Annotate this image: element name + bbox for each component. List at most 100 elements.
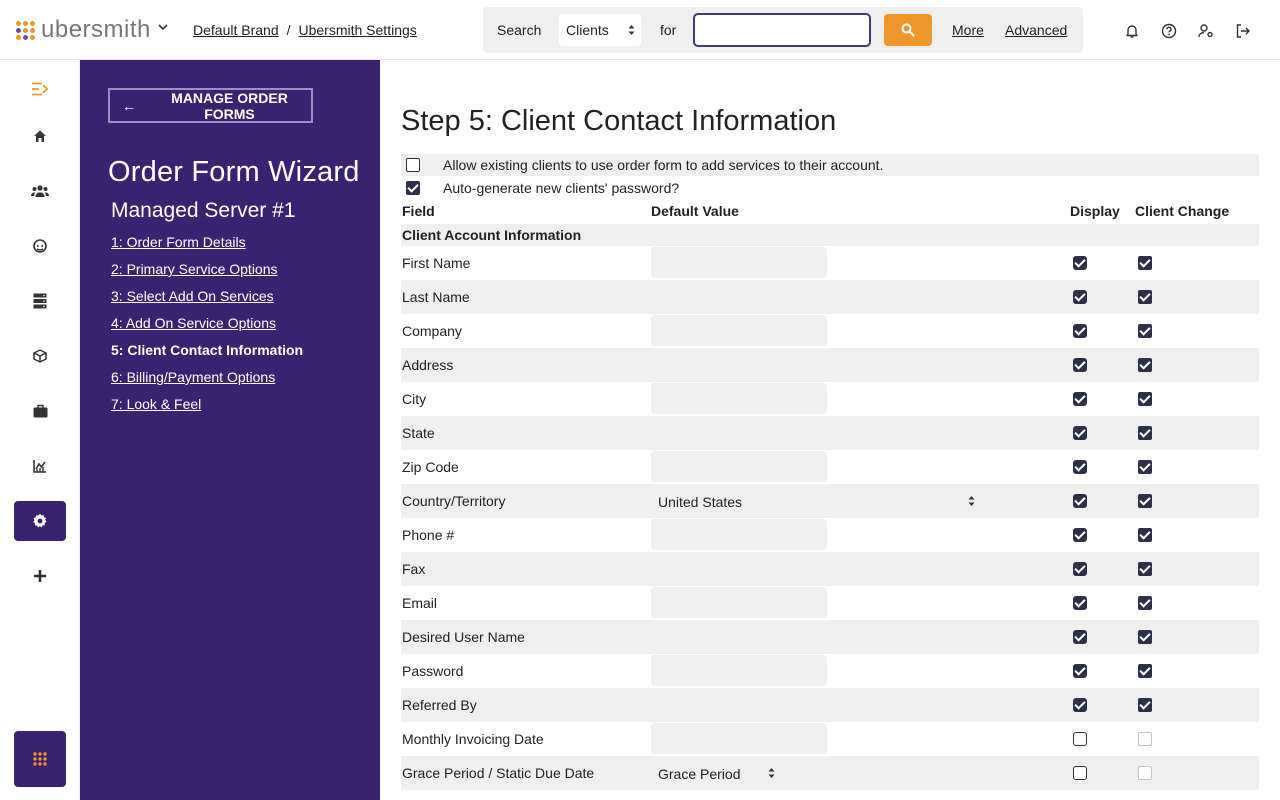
client-change-checkbox[interactable] (1138, 528, 1152, 542)
wizard-step-link[interactable]: 4: Add On Service Options (111, 315, 276, 331)
display-checkbox[interactable] (1073, 324, 1087, 338)
servers-icon[interactable] (14, 281, 66, 321)
wizard-step-link[interactable]: 7: Look & Feel (111, 396, 201, 412)
client-change-checkbox[interactable] (1138, 766, 1152, 780)
client-change-checkbox[interactable] (1138, 596, 1152, 610)
client-change-checkbox[interactable] (1138, 562, 1152, 576)
help-icon[interactable] (1161, 23, 1177, 39)
display-checkbox[interactable] (1073, 494, 1087, 508)
allow-existing-checkbox[interactable] (406, 158, 420, 172)
menu-toggle-icon[interactable] (14, 69, 66, 109)
client-change-checkbox[interactable] (1138, 290, 1152, 304)
wizard-step-link[interactable]: 2: Primary Service Options (111, 261, 278, 277)
search-button[interactable] (884, 14, 932, 46)
client-change-checkbox[interactable] (1138, 664, 1152, 678)
logo-text: ubersmith (41, 16, 151, 43)
client-change-checkbox[interactable] (1138, 426, 1152, 440)
display-checkbox[interactable] (1073, 358, 1087, 372)
display-checkbox[interactable] (1073, 630, 1087, 644)
select-arrows-icon (768, 768, 775, 778)
client-change-checkbox[interactable] (1138, 392, 1152, 406)
clients-icon[interactable] (14, 171, 66, 211)
field-label: Company (402, 323, 462, 339)
client-change-checkbox[interactable] (1138, 256, 1152, 270)
breadcrumb-ubersmith-settings[interactable]: Ubersmith Settings (299, 22, 417, 38)
display-checkbox[interactable] (1073, 698, 1087, 712)
default-value-input[interactable] (651, 655, 827, 686)
field-label: Grace Period / Static Due Date (402, 765, 595, 781)
wizard-step-1: 1: Order Form Details (111, 234, 303, 261)
logout-icon[interactable] (1235, 23, 1251, 39)
manage-order-forms-button[interactable]: ← MANAGE ORDER FORMS (108, 88, 313, 123)
display-checkbox[interactable] (1073, 392, 1087, 406)
default-value-select[interactable]: Grace Period (651, 757, 781, 789)
display-checkbox[interactable] (1073, 732, 1087, 746)
plus-icon[interactable] (14, 556, 66, 596)
client-change-checkbox[interactable] (1138, 630, 1152, 644)
support-icon[interactable] (14, 226, 66, 266)
display-checkbox[interactable] (1073, 426, 1087, 440)
default-value-input[interactable] (651, 383, 827, 414)
allow-existing-label: Allow existing clients to use order form… (443, 157, 884, 173)
field-label: City (402, 391, 427, 407)
default-value-input[interactable] (651, 587, 827, 618)
field-label: Referred By (402, 697, 477, 713)
bell-icon[interactable] (1124, 23, 1140, 39)
package-icon[interactable] (14, 336, 66, 376)
select-value: United States (658, 494, 743, 510)
client-change-checkbox[interactable] (1138, 358, 1152, 372)
apps-grid-icon[interactable] (14, 731, 66, 787)
user-settings-icon[interactable] (1198, 23, 1214, 39)
display-checkbox[interactable] (1073, 290, 1087, 304)
default-value-input[interactable] (651, 247, 827, 278)
default-value-input[interactable] (651, 723, 827, 754)
search-input[interactable] (693, 13, 871, 47)
default-value-input[interactable] (651, 315, 827, 346)
wizard-title: Order Form Wizard (108, 156, 360, 188)
display-checkbox[interactable] (1073, 460, 1087, 474)
search-advanced-link[interactable]: Advanced (1005, 22, 1067, 38)
default-value-input[interactable] (651, 519, 827, 550)
default-value-select[interactable]: United States (651, 485, 981, 517)
fields-table: Field Default Value Display Client Chang… (401, 200, 1259, 790)
brand-logo[interactable]: ubersmith (16, 17, 151, 43)
table-header: Field Default Value Display Client Chang… (401, 200, 1259, 224)
wizard-step-link[interactable]: 6: Billing/Payment Options (111, 369, 275, 385)
top-icons (1124, 23, 1251, 39)
chevron-down-icon[interactable] (158, 22, 168, 32)
main-content: Step 5: Client Contact Information Allow… (401, 60, 1259, 800)
arrow-left-icon: ← (122, 97, 136, 114)
logo-dots-icon (16, 20, 35, 40)
search-more-link[interactable]: More (952, 22, 984, 38)
select-value: Grace Period (658, 766, 741, 782)
default-value-input[interactable] (651, 451, 827, 482)
display-checkbox[interactable] (1073, 766, 1087, 780)
display-checkbox[interactable] (1073, 528, 1087, 542)
table-row: Email (401, 586, 1259, 620)
display-checkbox[interactable] (1073, 596, 1087, 610)
field-label: Desired User Name (402, 629, 525, 645)
display-checkbox[interactable] (1073, 256, 1087, 270)
reports-icon[interactable] (14, 446, 66, 486)
settings-gear-icon[interactable] (14, 501, 66, 541)
search-label: Search (497, 22, 542, 38)
client-change-checkbox[interactable] (1138, 460, 1152, 474)
wizard-step-link[interactable]: 3: Select Add On Services (111, 288, 274, 304)
table-row: Address (401, 348, 1259, 382)
client-change-checkbox[interactable] (1138, 324, 1152, 338)
briefcase-icon[interactable] (14, 391, 66, 431)
breadcrumb-separator: / (286, 22, 291, 38)
display-checkbox[interactable] (1073, 664, 1087, 678)
autogen-password-checkbox[interactable] (406, 181, 420, 195)
breadcrumb-default-brand[interactable]: Default Brand (193, 22, 279, 38)
home-icon[interactable] (14, 116, 66, 156)
wizard-step-current[interactable]: 5: Client Contact Information (111, 342, 303, 358)
option-allow-existing: Allow existing clients to use order form… (401, 154, 1259, 176)
col-display: Display (1070, 203, 1120, 219)
wizard-step-link[interactable]: 1: Order Form Details (111, 234, 246, 250)
client-change-checkbox[interactable] (1138, 494, 1152, 508)
search-scope-select[interactable]: Clients (559, 14, 641, 46)
client-change-checkbox[interactable] (1138, 732, 1152, 746)
client-change-checkbox[interactable] (1138, 698, 1152, 712)
display-checkbox[interactable] (1073, 562, 1087, 576)
